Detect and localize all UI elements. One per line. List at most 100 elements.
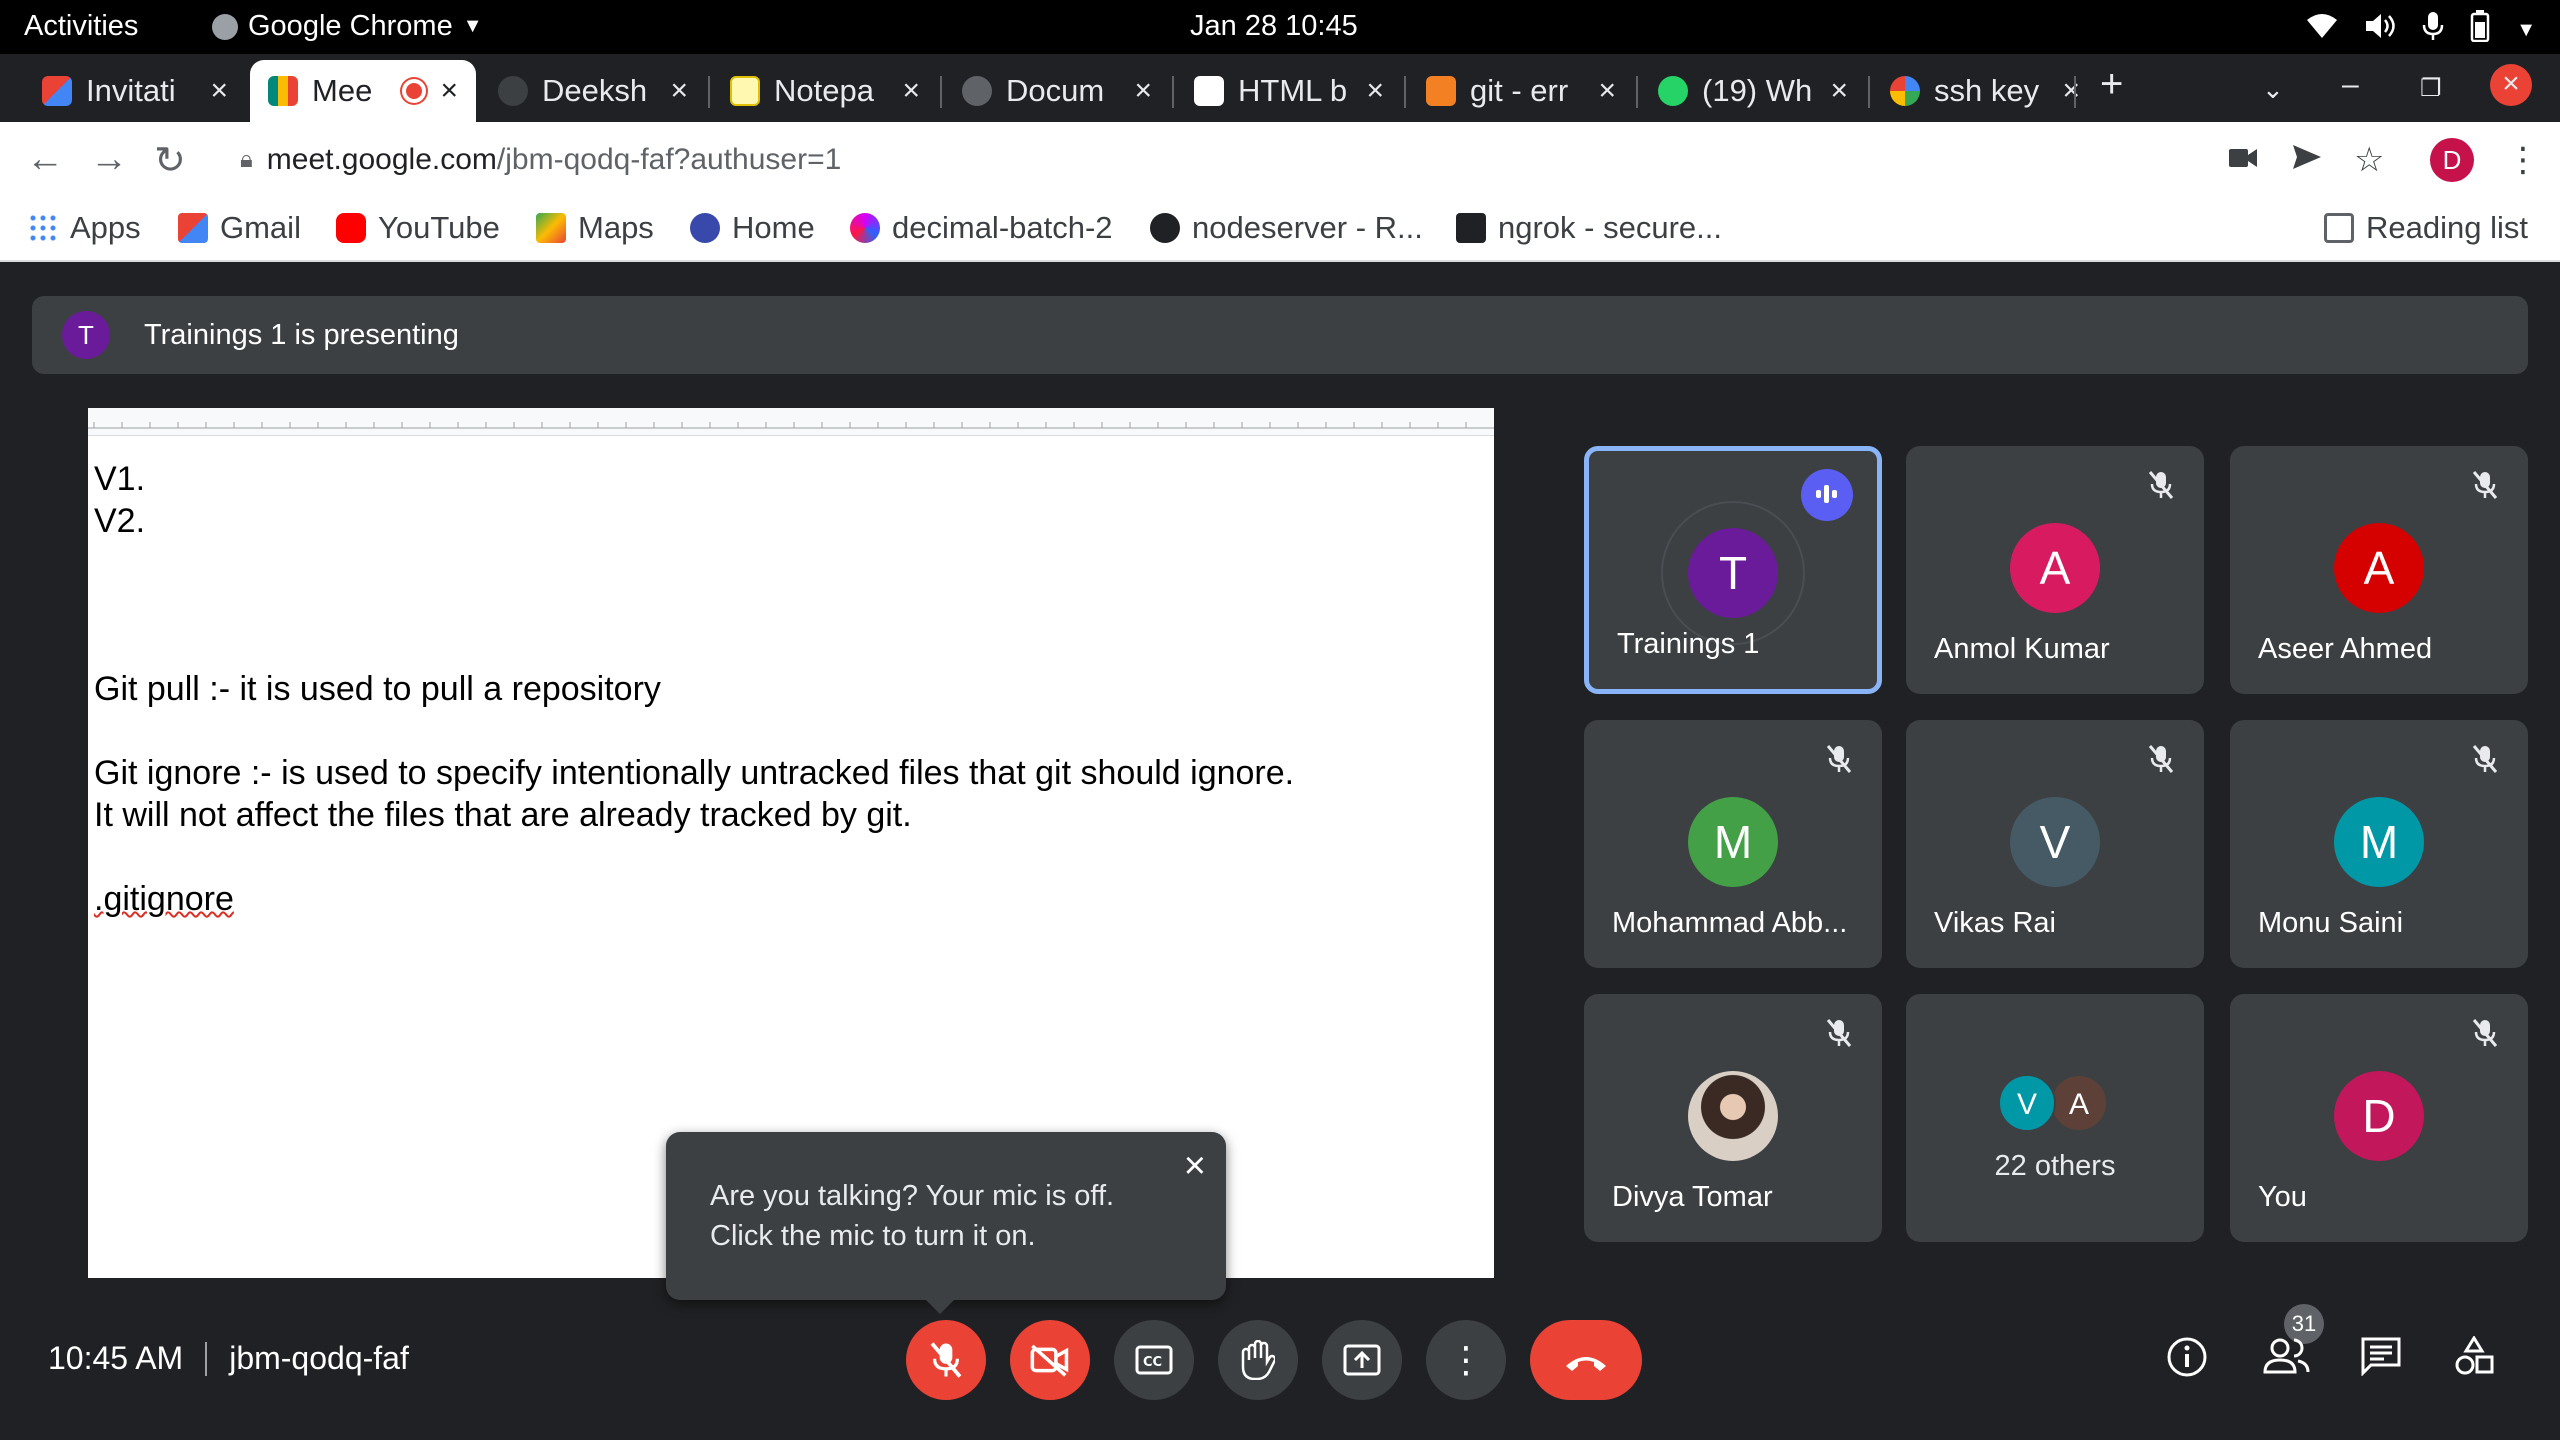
app-menu[interactable]: Google Chrome ▼ [212, 10, 483, 43]
tab-github[interactable]: Deeksh × [480, 60, 706, 122]
bookmark-label: YouTube [378, 210, 500, 245]
send-tab-icon[interactable] [2292, 140, 2322, 179]
tab-meet[interactable]: Mee × [250, 60, 476, 122]
meeting-code: jbm-qodq-faf [229, 1340, 409, 1376]
participant-tile[interactable]: A Anmol Kumar [1906, 446, 2204, 694]
bookmark-nodeserver[interactable]: nodeserver - R... [1150, 210, 1423, 246]
participant-tile[interactable]: Divya Tomar [1584, 994, 1882, 1242]
bookmark-gmail[interactable]: Gmail [178, 210, 301, 246]
captions-button[interactable]: CC [1114, 1320, 1194, 1400]
url-host: meet.google.com [266, 143, 497, 176]
activities-shapes-icon[interactable] [2454, 1335, 2494, 1386]
tab-google-search[interactable]: ssh key × [1872, 60, 2098, 122]
bookmark-maps[interactable]: Maps [536, 210, 654, 246]
avatar: A [2334, 523, 2424, 613]
bookmark-ngrok[interactable]: ngrok - secure... [1456, 210, 1722, 246]
minimize-button[interactable]: – [2342, 68, 2359, 102]
close-icon[interactable]: × [2062, 74, 2080, 108]
close-icon[interactable]: × [210, 74, 228, 108]
volume-icon [2364, 12, 2396, 48]
tab-stackoverflow[interactable]: git - err × [1408, 60, 1634, 122]
participant-tile[interactable]: A Aseer Ahmed [2230, 446, 2528, 694]
participant-tile[interactable]: M Mohammad Abb... [1584, 720, 1882, 968]
close-icon[interactable]: × [670, 74, 688, 108]
maps-icon [536, 213, 566, 243]
tab-search-chevron-icon[interactable]: ⌄ [2262, 74, 2284, 105]
close-icon[interactable]: × [440, 74, 458, 108]
whatsapp-icon [1658, 76, 1688, 106]
bookmark-apps[interactable]: Apps [28, 210, 141, 246]
tab-label: Notepa [774, 73, 874, 108]
tooltip-line-1: Are you talking? Your mic is off. [710, 1180, 1115, 1212]
recording-icon [402, 79, 427, 103]
bookmark-youtube[interactable]: YouTube [336, 210, 500, 246]
participant-tile[interactable]: T Trainings 1 [1584, 446, 1882, 694]
mic-off-tooltip: × Are you talking? Your mic is off. Clic… [666, 1132, 1226, 1314]
raise-hand-button[interactable] [1218, 1320, 1298, 1400]
doc-line: V1. [94, 460, 146, 498]
close-icon[interactable]: × [1184, 1146, 1206, 1186]
forward-arrow-icon[interactable]: → [90, 138, 128, 181]
github-icon [498, 76, 528, 106]
more-options-button[interactable]: ⋮ [1426, 1320, 1506, 1400]
activities-button[interactable]: Activities [24, 10, 138, 43]
youtube-icon [336, 213, 366, 243]
tab-label: (19) Wh [1702, 73, 1813, 108]
apps-grid-icon [28, 213, 58, 243]
camera-in-use-icon[interactable] [2228, 140, 2258, 179]
bookmark-label: Home [732, 210, 815, 245]
tab-invitation[interactable]: Invitati × [24, 60, 246, 122]
close-icon[interactable]: × [1134, 74, 1152, 108]
doc-line-gitignore: .gitignore [94, 880, 234, 918]
participant-tile[interactable]: V Vikas Rai [1906, 720, 2204, 968]
mic-off-icon [2472, 744, 2498, 781]
others-tile[interactable]: V A 22 others [1906, 994, 2204, 1242]
system-tray[interactable]: ▼ [2306, 10, 2536, 50]
present-screen-button[interactable] [1322, 1320, 1402, 1400]
doc-line [94, 542, 1294, 584]
participant-tile-self[interactable]: D You [2230, 994, 2528, 1242]
profile-avatar[interactable]: D [2430, 138, 2474, 182]
tab-notepad[interactable]: Notepa × [712, 60, 938, 122]
new-tab-button[interactable]: + [2100, 62, 2123, 107]
participant-tile[interactable]: M Monu Saini [2230, 720, 2528, 968]
bookmark-decimal-batch[interactable]: decimal-batch-2 [850, 210, 1113, 246]
tab-label: Deeksh [542, 73, 648, 108]
close-icon[interactable]: × [1830, 74, 1848, 108]
power-menu-chevron-icon: ▼ [2516, 18, 2536, 41]
url-path: /jbm-qodq-faf?authuser=1 [496, 143, 842, 176]
system-clock[interactable]: Jan 28 10:45 [1190, 10, 1358, 43]
participant-name: Mohammad Abb... [1612, 907, 1848, 939]
home-site-icon [690, 213, 720, 243]
microphone-toggle-button[interactable] [906, 1320, 986, 1400]
tooltip-line-2: Click the mic to turn it on. [710, 1220, 1036, 1252]
bookmark-home[interactable]: Home [690, 210, 815, 246]
back-arrow-icon[interactable]: ← [26, 138, 64, 181]
document-body: V1. V2. Git pull :- it is used to pull a… [94, 458, 1294, 920]
browser-toolbar: ← → ↻ 🔒︎ meet.google.com/jbm-qodq-faf?au… [0, 122, 2560, 198]
chrome-menu-icon[interactable]: ⋮ [2506, 140, 2540, 180]
reading-list-button[interactable]: Reading list [2324, 210, 2528, 246]
tab-document[interactable]: Docum × [944, 60, 1170, 122]
tab-html[interactable]: HTML b × [1176, 60, 1402, 122]
address-bar[interactable]: 🔒︎ meet.google.com/jbm-qodq-faf?authuser… [228, 132, 2208, 188]
doc-line [94, 584, 1294, 626]
close-icon[interactable]: × [1366, 74, 1384, 108]
others-count-label: 22 others [1994, 1150, 2116, 1182]
people-icon[interactable] [2262, 1336, 2310, 1386]
leave-call-button[interactable] [1530, 1320, 1642, 1400]
restore-button[interactable]: ❐ [2420, 74, 2442, 103]
close-window-button[interactable]: × [2490, 64, 2532, 106]
chat-icon[interactable] [2360, 1336, 2402, 1386]
close-icon[interactable]: × [1598, 74, 1616, 108]
camera-toggle-button[interactable] [1010, 1320, 1090, 1400]
close-icon[interactable]: × [902, 74, 920, 108]
participant-name: You [2258, 1181, 2307, 1213]
reload-icon[interactable]: ↻ [154, 138, 186, 183]
bookmark-label: Apps [70, 210, 141, 245]
tab-whatsapp[interactable]: (19) Wh × [1640, 60, 1866, 122]
participant-name: Anmol Kumar [1934, 633, 2110, 665]
meeting-details-info-icon[interactable] [2166, 1336, 2208, 1388]
battery-icon [2470, 10, 2490, 50]
bookmark-star-icon[interactable]: ☆ [2354, 140, 2384, 180]
